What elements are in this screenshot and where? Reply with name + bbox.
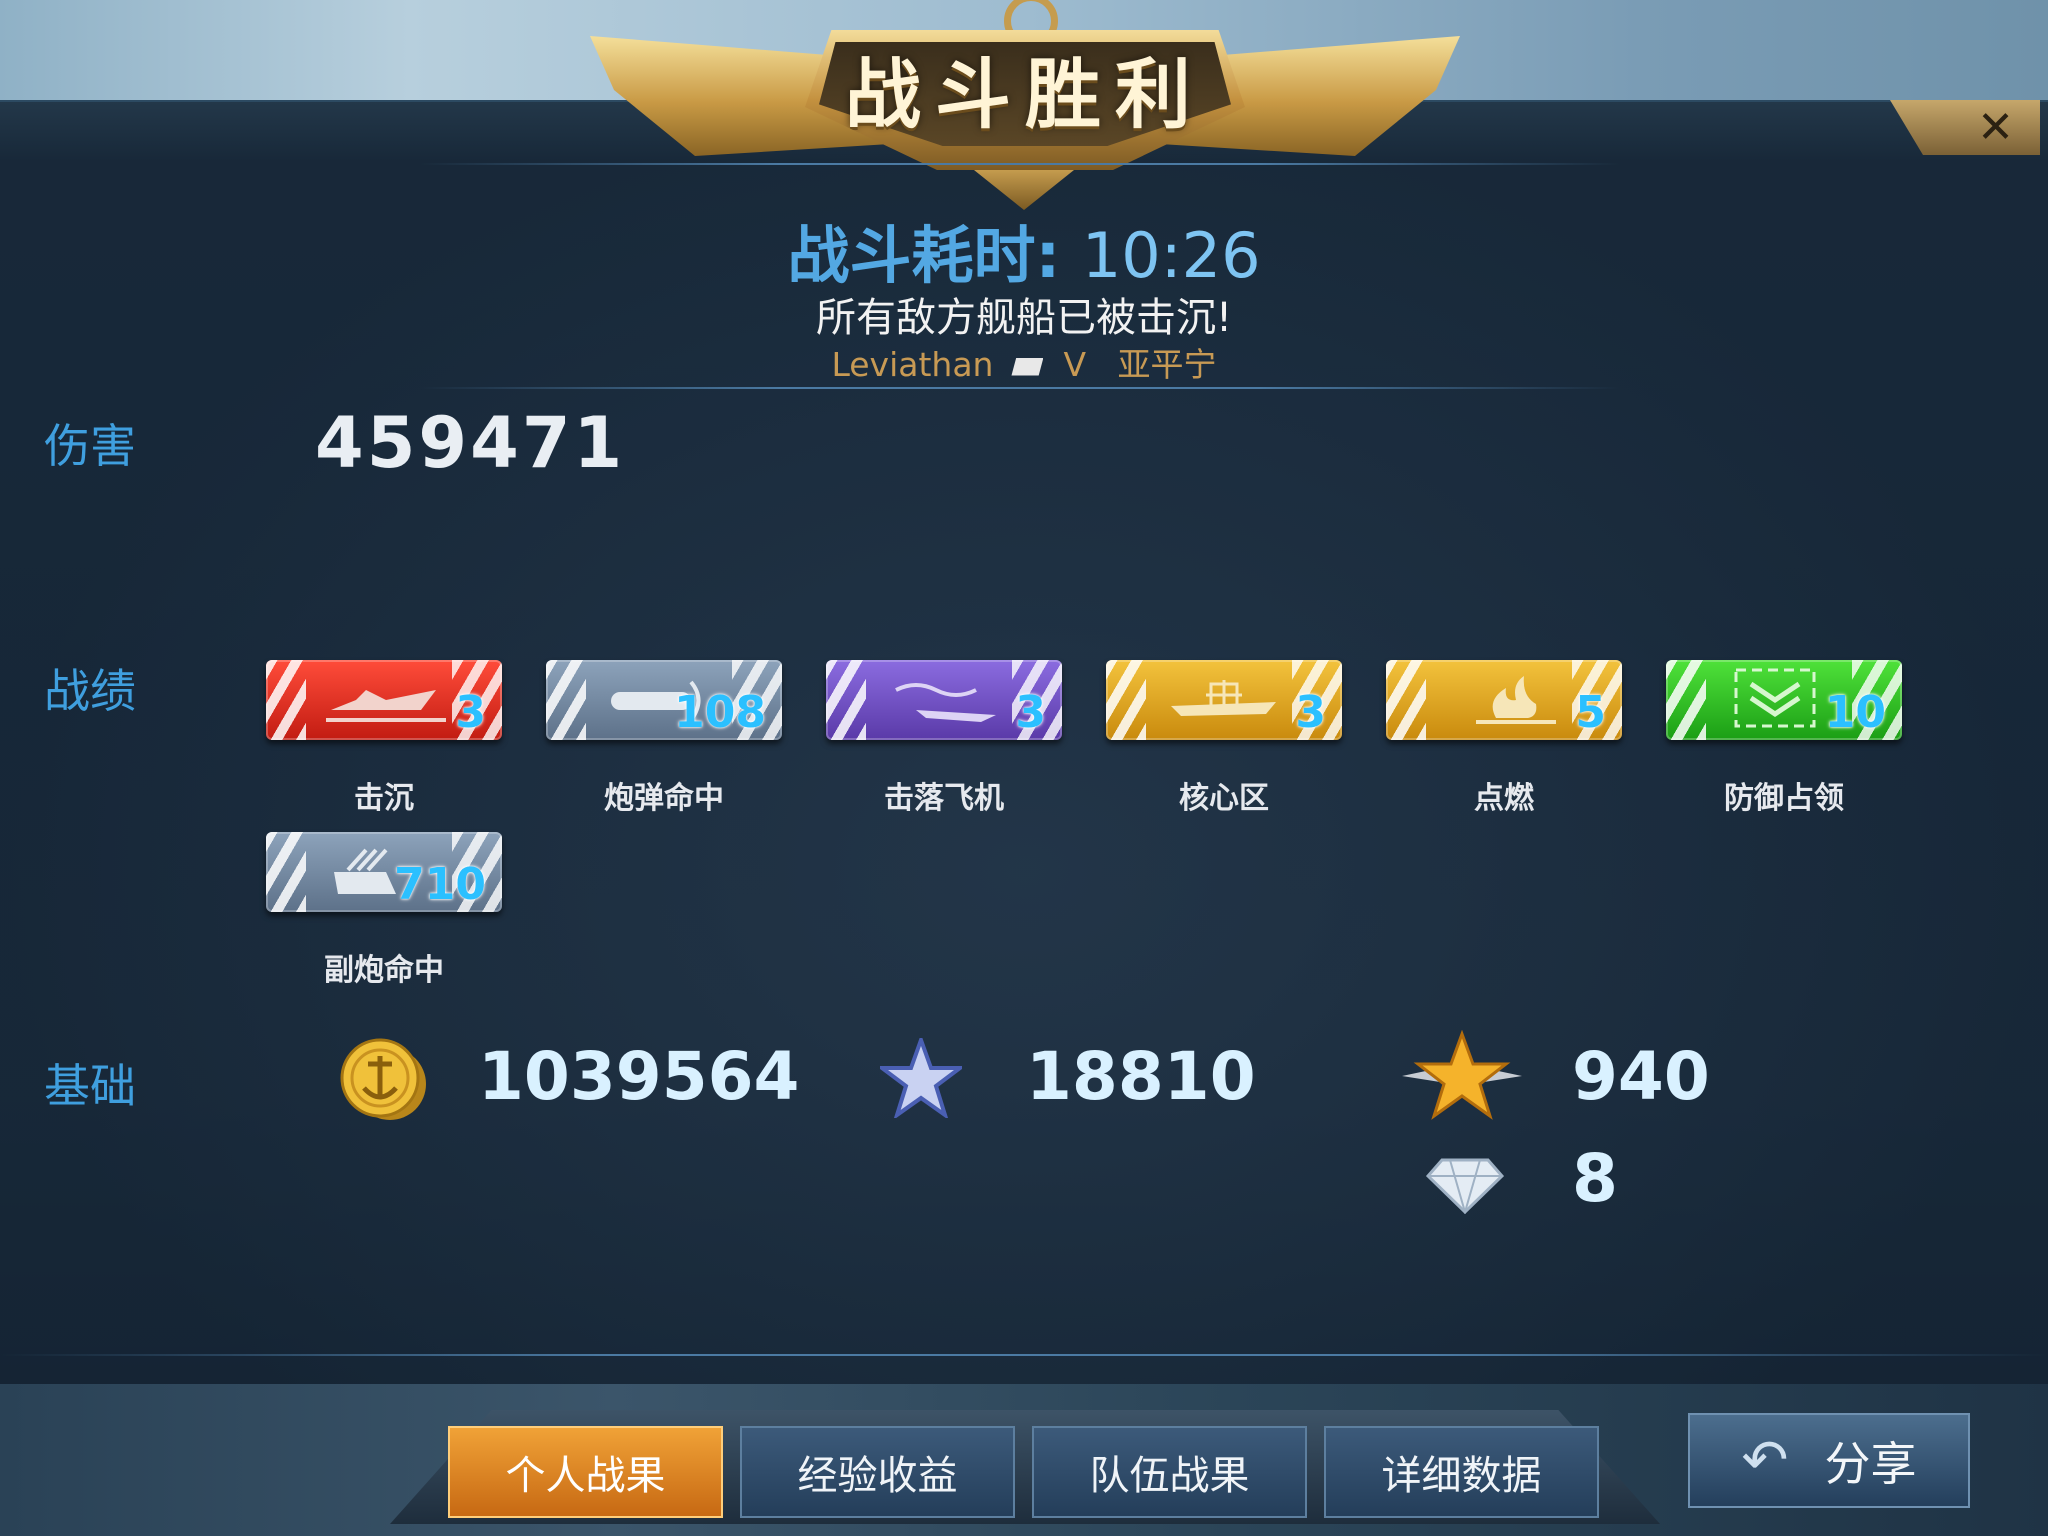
badge-core-zone-label: 核心区 — [1179, 781, 1269, 816]
badge-ignite[interactable]: 5 — [1386, 660, 1622, 740]
opponent-name: 亚平宁 — [1117, 345, 1217, 384]
plane-shot-down-icon — [895, 683, 996, 722]
core-zone-icon — [1171, 680, 1276, 716]
battle-result-message: 所有敌方舰船已被击沉! — [815, 295, 1233, 341]
badge-core-zone-count: 3 — [1295, 687, 1326, 738]
matchup-divider — [420, 387, 1620, 389]
diamond-icon — [1426, 1158, 1504, 1214]
badge-secondary-gun-label: 副炮命中 — [324, 953, 444, 988]
damage-value: 459471 — [315, 402, 626, 484]
player-flag-icon — [1011, 357, 1044, 376]
badge-planes-shot-label: 击落飞机 — [884, 781, 1004, 816]
badge-shell-hit[interactable]: 108 — [546, 660, 782, 740]
anchor-tip-decoration — [974, 170, 1074, 210]
badge-secondary-gun-count: 710 — [394, 859, 486, 910]
badge-defend-capture-label: 防御占领 — [1724, 781, 1844, 816]
badge-shell-hit-count: 108 — [674, 687, 766, 738]
tab-personal-results[interactable]: 个人战果 — [448, 1426, 723, 1518]
sinking-ship-icon — [326, 690, 446, 722]
share-label: 分享 — [1824, 1436, 1917, 1491]
badge-sink[interactable]: 3 — [266, 660, 502, 740]
rank-points-value: 940 — [1572, 1038, 1710, 1115]
close-icon: ✕ — [1977, 101, 2014, 153]
badge-defend-capture[interactable]: 10 — [1666, 660, 1902, 740]
victory-title: 战斗胜利 — [845, 50, 1205, 139]
battle-duration-label: 战斗耗时: — [787, 219, 1061, 292]
badge-planes-shot-count: 3 — [1015, 687, 1046, 738]
rank-star-icon — [1402, 1030, 1522, 1120]
badge-shell-hit-label: 炮弹命中 — [604, 781, 724, 816]
tab-experience-earnings[interactable]: 经验收益 — [740, 1426, 1015, 1518]
matchup: Leviathan V 亚平宁 — [0, 338, 2048, 386]
player-name: Leviathan — [831, 345, 994, 384]
badge-planes-shot[interactable]: 3 — [826, 660, 1062, 740]
diamonds-value: 8 — [1572, 1140, 1618, 1217]
badge-ignite-count: 5 — [1575, 687, 1606, 738]
battle-duration: 战斗耗时: 10:26 — [0, 205, 2048, 295]
vs-label: V — [1063, 345, 1087, 384]
battle-duration-value: 10:26 — [1081, 219, 1261, 292]
badge-sink-count: 3 — [455, 687, 486, 738]
experience-star-icon — [880, 1038, 962, 1118]
header-divider — [420, 163, 1620, 165]
footer-divider — [0, 1354, 2048, 1356]
back-arrow-icon: ↶ — [1741, 1428, 1789, 1493]
tab-team-results[interactable]: 队伍战果 — [1032, 1426, 1307, 1518]
share-button[interactable]: ↶ 分享 — [1688, 1413, 1970, 1508]
badge-ignite-label: 点燃 — [1474, 781, 1534, 816]
experience-value: 18810 — [1026, 1038, 1256, 1115]
damage-label: 伤害 — [44, 419, 136, 473]
basic-label: 基础 — [44, 1059, 136, 1113]
record-label: 战绩 — [44, 664, 136, 718]
defend-capture-icon — [1734, 668, 1816, 728]
badge-core-zone[interactable]: 3 — [1106, 660, 1342, 740]
coins-value: 1039564 — [478, 1038, 800, 1115]
badge-defend-capture-count: 10 — [1824, 687, 1886, 738]
badge-secondary-gun[interactable]: 710 — [266, 832, 502, 912]
tab-detailed-data[interactable]: 详细数据 — [1324, 1426, 1599, 1518]
badge-sink-label: 击沉 — [354, 781, 414, 816]
fire-icon — [1476, 676, 1556, 724]
title-plate: 战斗胜利 — [805, 30, 1245, 170]
victory-emblem: 战斗胜利 — [590, 0, 1460, 215]
gold-coin-icon — [340, 1038, 426, 1120]
